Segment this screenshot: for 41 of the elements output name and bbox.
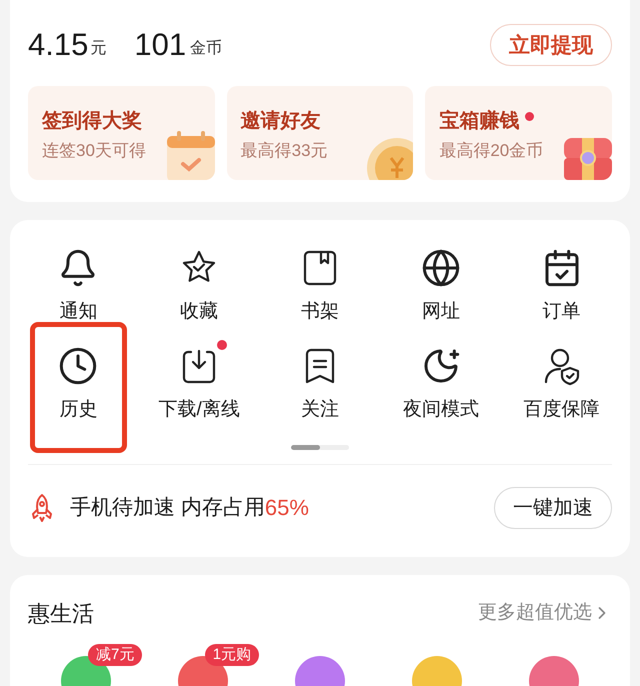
- promo-subtitle: 最高得33元: [240, 140, 329, 162]
- promo-card[interactable]: 签到得大奖 连签30天可得: [28, 86, 215, 180]
- cash-amount: 4.15: [28, 26, 88, 64]
- cash-unit: 元: [90, 39, 106, 60]
- promo-title: 邀请好友: [240, 108, 321, 134]
- clock-icon: [58, 346, 98, 386]
- tool-item[interactable]: 网址: [380, 240, 502, 334]
- promo-subtitle: 最高得20金币: [439, 140, 544, 162]
- tool-label: 下载/离线: [158, 398, 240, 422]
- tool-item[interactable]: 订单: [501, 240, 622, 334]
- tool-item[interactable]: 百度保障: [501, 338, 622, 432]
- tool-item[interactable]: 收藏: [138, 240, 260, 334]
- coin-amount: 101: [134, 26, 186, 64]
- discount-badge: 1元购: [204, 644, 260, 666]
- tool-item[interactable]: 下载/离线: [138, 338, 260, 432]
- tool-label: 关注: [300, 398, 339, 422]
- promo-card[interactable]: 邀请好友 最高得33元: [226, 86, 414, 180]
- tool-label: 订单: [542, 300, 581, 324]
- more-link[interactable]: 更多超值优选: [478, 598, 612, 628]
- tool-label: 百度保障: [524, 398, 600, 422]
- section-title: 惠生活: [28, 600, 94, 628]
- tool-label: 历史: [59, 398, 98, 422]
- tool-item[interactable]: 关注: [260, 338, 380, 432]
- promo-title: 签到得大奖: [42, 108, 142, 134]
- tool-label: 收藏: [180, 300, 218, 324]
- tool-label: 网址: [422, 300, 460, 324]
- promo-subtitle: 连签30天可得: [42, 140, 147, 162]
- promo-title: 宝箱赚钱: [439, 108, 520, 134]
- tool-label: 通知: [59, 300, 98, 324]
- tool-label: 夜间模式: [402, 398, 479, 422]
- globe-icon: [420, 248, 461, 288]
- coin-unit: 金币: [190, 38, 222, 60]
- promo-card[interactable]: 宝箱赚钱 最高得20金币: [425, 86, 612, 180]
- withdraw-button[interactable]: 立即提现: [490, 24, 612, 66]
- speedup-button[interactable]: 一键加速: [494, 486, 612, 528]
- tool-item[interactable]: 夜间模式: [380, 338, 502, 432]
- discount-badge: 减7元: [88, 644, 142, 666]
- tool-item[interactable]: 书架: [260, 240, 380, 334]
- speedup-text: 手机待加速 内存占用: [70, 494, 265, 521]
- tool-label: 书架: [300, 300, 339, 324]
- memory-percent: 65%: [264, 494, 309, 522]
